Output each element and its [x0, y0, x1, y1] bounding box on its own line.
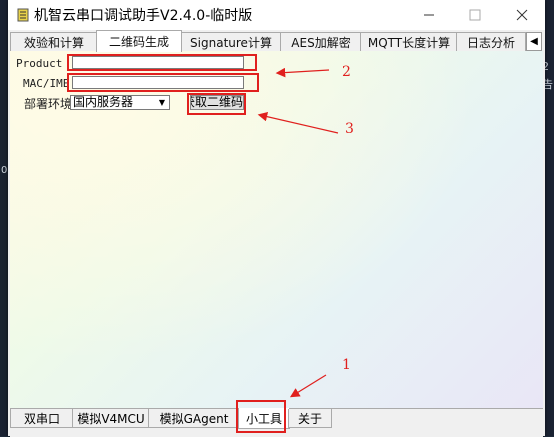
get-qrcode-button-label: 获取二维码: [191, 95, 243, 109]
window-title: 机智云串口调试助手V2.4.0-临时版: [34, 8, 253, 24]
tab-checksum[interactable]: 效验和计算: [10, 32, 98, 51]
product-label: Product: [16, 57, 63, 70]
get-qrcode-button[interactable]: 获取二维码: [190, 95, 244, 110]
tab-qrcode[interactable]: 二维码生成: [96, 30, 182, 52]
qrcode-panel: Product MAC/IME 部署环境 国内服务器 ▼ 获取二维码: [10, 51, 543, 408]
tab-aes[interactable]: AES加解密: [280, 32, 362, 51]
product-input[interactable]: [72, 56, 244, 69]
annotation-number-2: 2: [342, 64, 351, 80]
tab-mqtt-length[interactable]: MQTT长度计算: [360, 32, 458, 51]
deploy-env-select[interactable]: 国内服务器 ▼: [70, 95, 170, 110]
mac-input[interactable]: [72, 76, 244, 89]
title-bar[interactable]: 机智云串口调试助手V2.4.0-临时版: [8, 0, 545, 30]
chevron-left-icon: ◀: [530, 36, 538, 47]
maximize-icon: [469, 9, 481, 21]
deploy-env-value: 国内服务器: [73, 95, 134, 109]
deploy-env-label: 部署环境: [24, 97, 73, 111]
tab-scroll-left-button[interactable]: ◀: [526, 32, 542, 51]
mac-label: MAC/IME: [23, 77, 70, 90]
annotation-number-1: 1: [342, 357, 351, 373]
close-button[interactable]: [499, 0, 545, 30]
minimize-icon: [424, 14, 434, 16]
close-icon: [516, 9, 528, 21]
tab-signature[interactable]: Signature计算: [180, 32, 282, 51]
tab-dual-serial[interactable]: 双串口: [10, 409, 74, 428]
tab-log-analysis[interactable]: 日志分析: [456, 32, 526, 51]
bottom-tab-bar: 双串口 模拟V4MCU 模拟GAgent 小工具 关于: [10, 408, 543, 437]
tab-sim-v4mcu[interactable]: 模拟V4MCU: [72, 409, 150, 428]
tab-about[interactable]: 关于: [288, 409, 332, 428]
tab-tools[interactable]: 小工具: [238, 408, 290, 429]
top-tab-bar: 效验和计算 二维码生成 Signature计算 AES加解密 MQTT长度计算 …: [10, 30, 543, 52]
app-icon: [17, 8, 29, 22]
tab-sim-gagent[interactable]: 模拟GAgent: [148, 409, 240, 428]
maximize-button[interactable]: [452, 0, 498, 30]
annotation-number-3: 3: [345, 121, 354, 137]
chevron-down-icon: ▼: [158, 98, 165, 107]
minimize-button[interactable]: [406, 0, 452, 30]
app-window: 机智云串口调试助手V2.4.0-临时版 效验和计算 二维码生成 Signatur…: [8, 0, 545, 437]
